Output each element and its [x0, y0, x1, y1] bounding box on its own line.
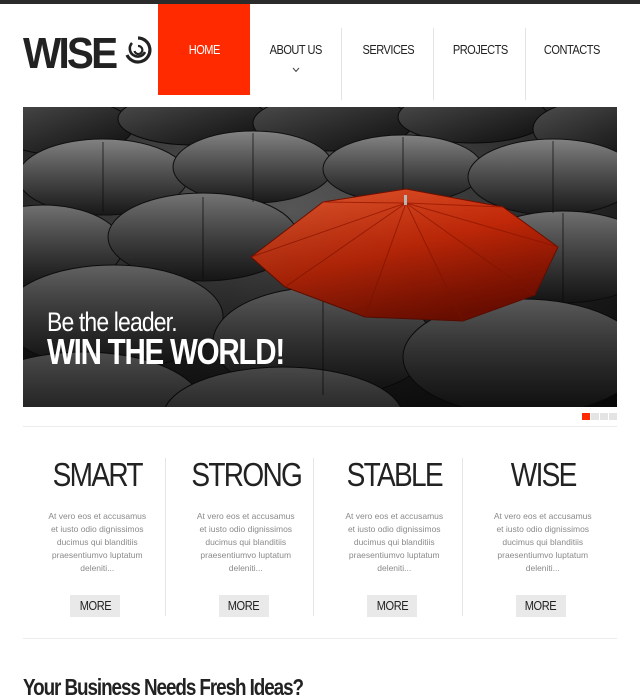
feature-title: WISE: [510, 456, 577, 493]
swirl-logo-icon: [125, 36, 152, 64]
more-button[interactable]: MORE: [70, 595, 120, 617]
more-button[interactable]: MORE: [218, 595, 269, 617]
slide-dot-4[interactable]: [609, 413, 617, 420]
feature-stable: STABLE At vero eos et accusamus et iusto…: [320, 456, 469, 617]
brand-logo[interactable]: WISE: [23, 29, 152, 78]
feature-title: STRONG: [190, 456, 302, 493]
nav-item-about-us[interactable]: ABOUT US: [250, 4, 342, 100]
divider-line: [23, 426, 617, 427]
slider-pagination: [582, 413, 617, 420]
logo-text: WISE: [23, 29, 118, 78]
chevron-down-icon: [292, 67, 300, 73]
nav-item-projects[interactable]: PROJECTS: [434, 4, 526, 100]
nav-item-label: ABOUT US: [269, 42, 323, 57]
slide-dot-2[interactable]: [591, 413, 599, 420]
more-button-label: MORE: [79, 598, 111, 613]
slide-dot-1[interactable]: [582, 413, 590, 420]
feature-text: At vero eos et accusamus et iusto odio d…: [196, 511, 295, 573]
nav-item-services[interactable]: SERVICES: [342, 4, 434, 100]
more-button-label: MORE: [524, 598, 557, 613]
nav-item-home[interactable]: HOME: [158, 4, 250, 95]
feature-wise: WISE At vero eos et accusamus et iusto o…: [469, 456, 618, 617]
nav-item-label: CONTACTS: [544, 42, 600, 57]
nav-item-label: SERVICES: [362, 42, 414, 57]
feature-text: At vero eos et accusamus et iusto odio d…: [345, 511, 444, 573]
feature-smart: SMART At vero eos et accusamus et iusto …: [23, 456, 172, 617]
feature-text: At vero eos et accusamus et iusto odio d…: [48, 511, 147, 573]
nav-item-label: HOME: [188, 42, 220, 57]
feature-text: At vero eos et accusamus et iusto odio d…: [493, 511, 592, 573]
section-heading: Your Business Needs Fresh Ideas?: [23, 674, 304, 700]
nav-item-contacts[interactable]: CONTACTS: [526, 4, 618, 95]
hero-slider[interactable]: Be the leader. WIN THE WORLD!: [23, 107, 617, 407]
feature-title: SMART: [52, 456, 144, 493]
feature-strong: STRONG At vero eos et accusamus et iusto…: [172, 456, 321, 617]
divider-line: [23, 638, 617, 639]
hero-headline: WIN THE WORLD!: [47, 331, 285, 372]
main-nav: HOME ABOUT US SERVICES PROJECTS CONTACTS: [158, 4, 618, 100]
feature-title: STABLE: [346, 456, 444, 493]
more-button[interactable]: MORE: [367, 595, 417, 617]
features-row: SMART At vero eos et accusamus et iusto …: [23, 456, 618, 617]
more-button-label: MORE: [376, 598, 408, 613]
slide-dot-3[interactable]: [600, 413, 608, 420]
nav-item-label: PROJECTS: [452, 42, 508, 57]
more-button[interactable]: MORE: [515, 595, 566, 617]
more-button-label: MORE: [227, 598, 260, 613]
